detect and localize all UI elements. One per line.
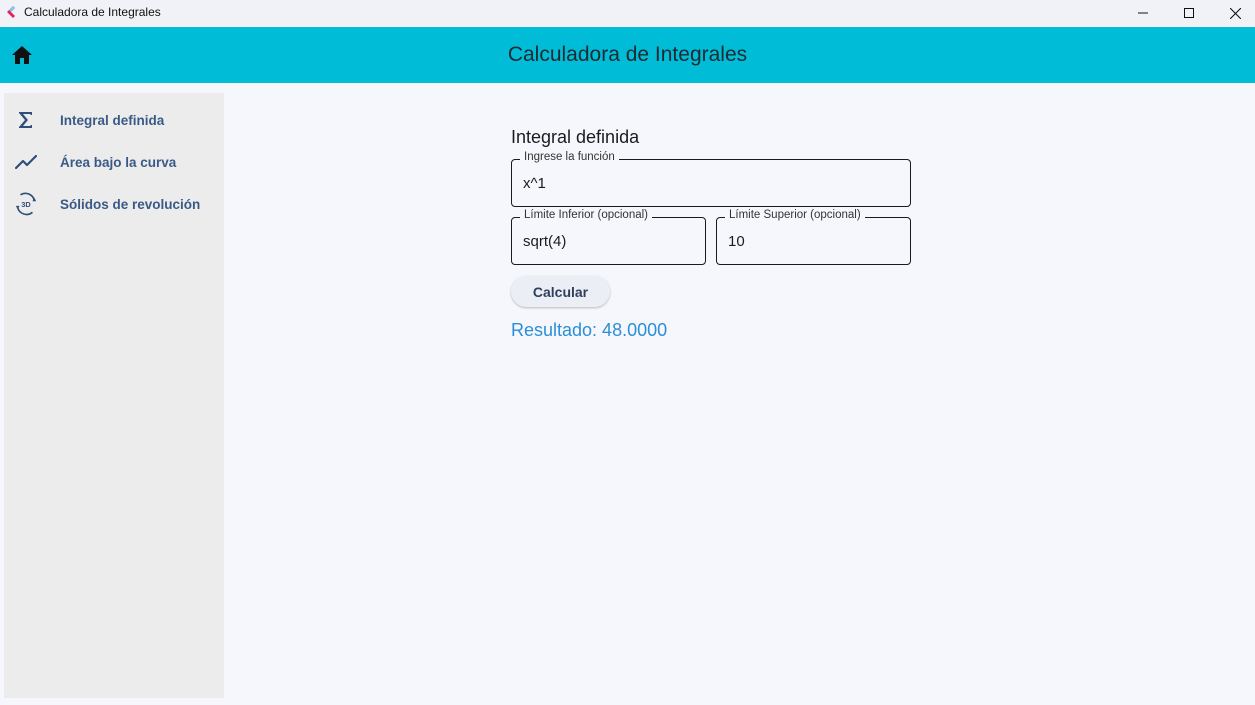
lower-limit-field[interactable]: Límite Inferior (opcional)	[511, 209, 706, 265]
app-logo-icon	[4, 5, 18, 19]
maximize-icon	[1184, 8, 1194, 18]
maximize-button[interactable]	[1166, 0, 1212, 26]
window-title: Calculadora de Integrales	[24, 5, 161, 19]
lower-limit-label: Límite Inferior (opcional)	[520, 209, 652, 221]
sidebar: Integral definida Área bajo la curva 3D …	[4, 93, 224, 698]
app-title: Calculadora de Integrales	[507, 43, 748, 66]
sidebar-item-solidos-revolucion[interactable]: 3D Sólidos de revolución	[4, 186, 224, 222]
result-text: Resultado: 48.0000	[511, 320, 668, 340]
3d-rotation-icon: 3D	[14, 192, 38, 216]
calculate-button[interactable]: Calcular	[511, 276, 610, 307]
close-button[interactable]	[1212, 0, 1255, 26]
close-icon	[1229, 7, 1241, 19]
function-input[interactable]	[523, 175, 899, 192]
svg-text:3D: 3D	[21, 200, 31, 209]
minimize-icon	[1138, 12, 1148, 14]
section-title: Integral definida	[511, 127, 640, 147]
sidebar-item-label: Integral definida	[60, 112, 165, 128]
function-field-label: Ingrese la función	[520, 151, 619, 163]
function-field[interactable]: Ingrese la función	[511, 151, 911, 207]
minimize-button[interactable]	[1120, 0, 1166, 26]
sidebar-item-integral-definida[interactable]: Integral definida	[4, 102, 224, 138]
sidebar-item-label: Sólidos de revolución	[60, 196, 201, 212]
upper-limit-input[interactable]	[728, 233, 899, 250]
upper-limit-label: Límite Superior (opcional)	[725, 209, 865, 221]
sidebar-item-label: Área bajo la curva	[60, 154, 177, 170]
sidebar-item-area-bajo-curva[interactable]: Área bajo la curva	[4, 144, 224, 180]
trending-line-icon	[14, 150, 38, 174]
sigma-icon	[14, 108, 38, 132]
upper-limit-field[interactable]: Límite Superior (opcional)	[716, 209, 911, 265]
window-titlebar: Calculadora de Integrales	[0, 0, 1255, 26]
lower-limit-input[interactable]	[523, 233, 694, 250]
app-bar: Calculadora de Integrales	[0, 27, 1255, 83]
